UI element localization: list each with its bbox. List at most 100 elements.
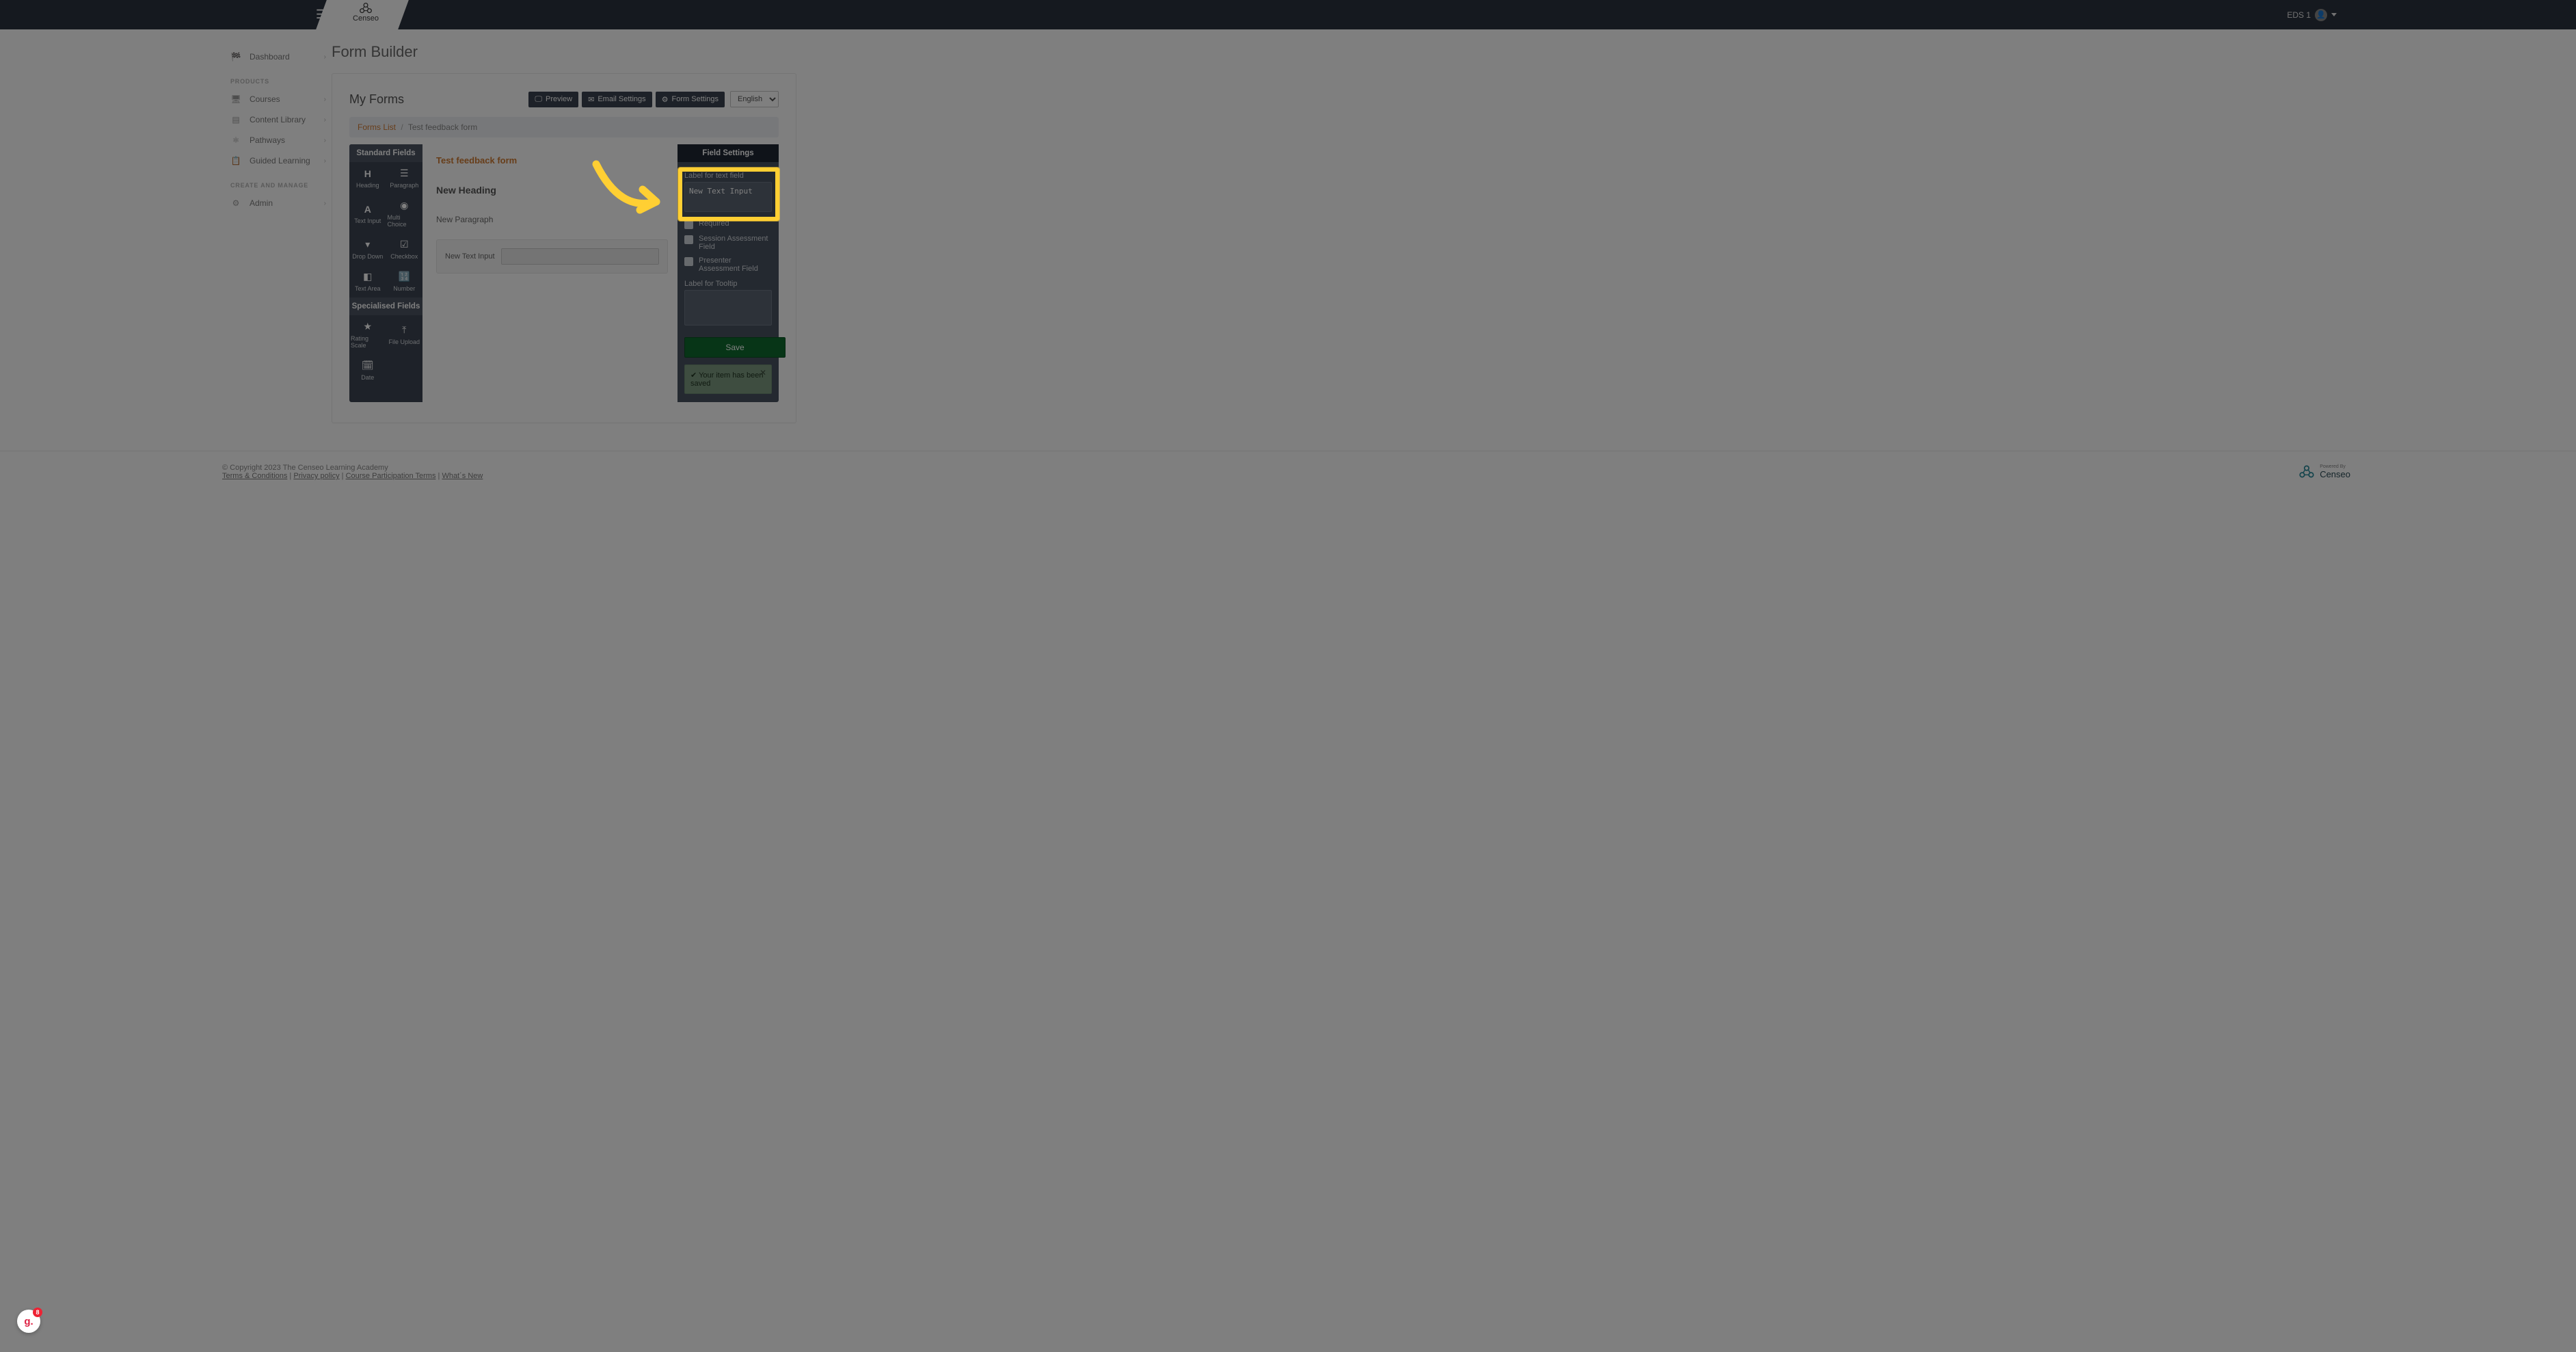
avatar-icon: 👤 [2315,9,2327,21]
pal-label: Checkbox [390,253,418,260]
label-for-text-field: Label for text field [684,172,772,180]
checkbox-icon[interactable] [684,257,693,266]
form-settings-button[interactable]: ⚙Form Settings [656,92,725,107]
sidebar-item-admin[interactable]: ⚙ Admin › [222,193,332,213]
form-builder-card: My Forms 🖵 Preview ✉ Email Settings ⚙Form … [332,73,796,423]
required-checkbox-row[interactable]: Required [684,220,772,229]
chevron-right-icon: › [324,157,326,165]
close-icon[interactable]: ✕ [760,368,766,377]
user-menu[interactable]: EDS 1 👤 [2287,9,2337,21]
pal-label: Heading [356,182,379,189]
preview-button[interactable]: 🖵 Preview [528,92,578,107]
checkbox-icon[interactable] [684,235,693,244]
monitor-icon: 🖵 [535,95,542,104]
heading-icon: H [364,168,371,179]
sidebar: 🏁 Dashboard › PRODUCTS 🖥 Courses › ▤ Con… [222,29,332,451]
card-heading: My Forms [349,92,528,107]
sidebar-item-dashboard[interactable]: 🏁 Dashboard › [222,47,332,67]
sidebar-item-label: Dashboard [250,52,316,62]
pal-label: File Upload [388,339,420,345]
language-select[interactable]: English [730,91,779,107]
upload-icon: ⤒ [402,324,406,336]
gear-icon: ⚙ [662,95,669,104]
formset-label: Form Settings [672,95,719,103]
alert-text: Your item has been saved [690,371,763,388]
sidebar-item-guided-learning[interactable]: 📋 Guided Learning › [222,150,332,171]
tooltip-textarea[interactable] [684,290,772,326]
palette-file-upload[interactable]: ⤒ File Upload [386,315,423,354]
breadcrumb-root[interactable]: Forms List [358,122,396,132]
field-settings-title: Field Settings [677,144,779,162]
label-textarea[interactable]: New Text Input [684,182,772,212]
form-canvas[interactable]: Test feedback form New Heading New Parag… [422,144,677,402]
logo-mark-icon [358,2,373,14]
badge-glyph: g. [24,1316,33,1327]
sidebar-item-content-library[interactable]: ▤ Content Library › [222,109,332,130]
top-nav: ☰ Censeo EDS 1 👤 [0,0,2576,29]
breadcrumb: Forms List / Test feedback form [349,117,779,137]
palette-standard-header: Standard Fields [349,144,422,162]
badge-count: 8 [33,1308,42,1317]
palette-text-area[interactable]: ◧Text Area [349,265,386,297]
footer-terms-link[interactable]: Terms & Conditions [222,472,287,480]
palette-drop-down[interactable]: ▾Drop Down [349,233,386,265]
help-widget[interactable]: g. 8 [17,1310,40,1333]
chevron-right-icon: › [324,116,326,124]
sidebar-item-label: Pathways [250,135,316,145]
footer-whats-new-link[interactable]: What´s New [442,472,483,480]
pal-label: Multi Choice [388,214,422,228]
dropdown-icon: ▾ [365,239,370,250]
checkbox-icon[interactable] [684,220,693,229]
dashboard-icon: 🏁 [230,52,241,62]
palette-multi-choice[interactable]: ◉Multi Choice [386,194,423,233]
preview-label: Preview [546,95,572,103]
chevron-right-icon: › [324,200,326,207]
session-label: Session Assessment Field [699,235,772,251]
caret-down-icon [2331,13,2337,16]
gear-icon: ⚙ [230,198,241,208]
footer: © Copyright 2023 The Censeo Learning Aca… [0,451,2576,492]
palette-heading[interactable]: H Heading [349,162,386,194]
save-success-alert: ✔ Your item has been saved ✕ [684,364,772,394]
pal-label: Paragraph [390,182,418,189]
brand-logo[interactable]: Censeo [335,0,397,29]
page-title: Form Builder [332,43,2350,61]
palette-text-input[interactable]: AText Input [349,194,386,233]
canvas-heading[interactable]: New Heading [436,185,668,196]
required-label: Required [699,220,729,228]
breadcrumb-leaf: Test feedback form [408,122,477,132]
canvas-text-input[interactable] [501,248,659,265]
check-icon: ✔ [690,371,699,380]
canvas-paragraph[interactable]: New Paragraph [436,215,668,224]
copyright: © Copyright 2023 The Censeo Learning Aca… [222,464,483,472]
email-label: Email Settings [598,95,645,103]
palette-specialised-header: Specialised Fields [349,297,422,315]
save-button[interactable]: Save [684,337,786,358]
guided-icon: 📋 [230,156,241,165]
powered-label: Powered By [2320,464,2350,469]
pal-label: Rating Scale [351,335,385,349]
sidebar-item-pathways[interactable]: ⚛ Pathways › [222,130,332,150]
courses-icon: 🖥 [230,94,241,104]
sidebar-item-label: Courses [250,94,316,104]
sidebar-item-courses[interactable]: 🖥 Courses › [222,89,332,109]
star-icon: ★ [363,321,372,332]
footer-course-terms-link[interactable]: Course Participation Terms [346,472,436,480]
palette-rating-scale[interactable]: ★ Rating Scale [349,315,386,354]
canvas-text-input-field[interactable]: New Text Input [436,239,668,274]
chevron-right-icon: › [324,96,326,103]
brand-name: Censeo [353,14,379,23]
palette-number[interactable]: 🔢Number [386,265,423,297]
footer-privacy-link[interactable]: Privacy policy [293,472,339,480]
palette-date[interactable]: 🗓Date [349,354,386,386]
canvas-form-name: Test feedback form [436,155,668,165]
presenter-checkbox-row[interactable]: Presenter Assessment Field [684,256,772,273]
logo-mark-icon [2298,464,2316,479]
email-settings-button[interactable]: ✉ Email Settings [582,92,652,107]
powered-by: Powered By Censeo [2298,464,2350,480]
mail-icon: ✉ [588,95,594,104]
session-checkbox-row[interactable]: Session Assessment Field [684,235,772,251]
palette-paragraph[interactable]: ☰Paragraph [386,162,423,194]
palette-checkbox[interactable]: ☑Checkbox [386,233,423,265]
pal-label: Date [361,374,374,381]
